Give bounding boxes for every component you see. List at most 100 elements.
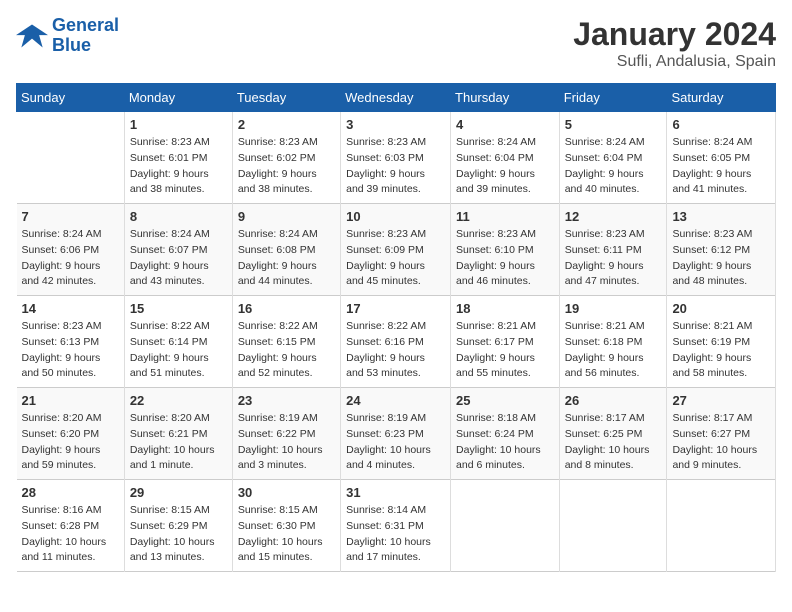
day-cell: 8 Sunrise: 8:24 AMSunset: 6:07 PMDaylight… — [124, 204, 232, 296]
day-cell: 23 Sunrise: 8:19 AMSunset: 6:22 PMDayligh… — [232, 388, 340, 480]
calendar-body: 1 Sunrise: 8:23 AMSunset: 6:01 PMDaylight… — [17, 112, 776, 572]
day-cell: 2 Sunrise: 8:23 AMSunset: 6:02 PMDaylight… — [232, 112, 340, 204]
day-cell: 21Sunrise: 8:20 AMSunset: 6:20 PMDayligh… — [17, 388, 125, 480]
day-info: Sunrise: 8:23 AMSunset: 6:03 PMDaylight:… — [346, 135, 445, 198]
day-number: 9 — [238, 209, 335, 224]
header-cell-thursday: Thursday — [451, 84, 560, 112]
day-cell: 29 Sunrise: 8:15 AMSunset: 6:29 PMDayligh… — [124, 480, 232, 572]
day-number: 29 — [130, 485, 227, 500]
logo: General Blue — [16, 16, 119, 56]
day-info: Sunrise: 8:16 AMSunset: 6:28 PMDaylight:… — [22, 503, 119, 566]
week-row-1: 7 Sunrise: 8:24 AMSunset: 6:06 PMDaylight… — [17, 204, 776, 296]
day-cell: 12Sunrise: 8:23 AMSunset: 6:11 PMDayligh… — [559, 204, 667, 296]
day-info: Sunrise: 8:23 AMSunset: 6:02 PMDaylight:… — [238, 135, 335, 198]
logo-blue: Blue — [52, 35, 91, 55]
day-cell: 11Sunrise: 8:23 AMSunset: 6:10 PMDayligh… — [451, 204, 560, 296]
day-number: 13 — [672, 209, 770, 224]
day-number: 18 — [456, 301, 554, 316]
day-info: Sunrise: 8:24 AMSunset: 6:04 PMDaylight:… — [565, 135, 662, 198]
day-cell: 6 Sunrise: 8:24 AMSunset: 6:05 PMDaylight… — [667, 112, 776, 204]
day-info: Sunrise: 8:24 AMSunset: 6:04 PMDaylight:… — [456, 135, 554, 198]
page-header: General Blue January 2024 Sufli, Andalus… — [16, 16, 776, 71]
day-cell: 5 Sunrise: 8:24 AMSunset: 6:04 PMDaylight… — [559, 112, 667, 204]
day-info: Sunrise: 8:20 AMSunset: 6:20 PMDaylight:… — [22, 411, 119, 474]
day-info: Sunrise: 8:21 AMSunset: 6:18 PMDaylight:… — [565, 319, 662, 382]
day-number: 28 — [22, 485, 119, 500]
header-cell-wednesday: Wednesday — [341, 84, 451, 112]
header-cell-tuesday: Tuesday — [232, 84, 340, 112]
day-number: 4 — [456, 117, 554, 132]
day-cell: 4 Sunrise: 8:24 AMSunset: 6:04 PMDaylight… — [451, 112, 560, 204]
day-number: 5 — [565, 117, 662, 132]
day-cell: 15Sunrise: 8:22 AMSunset: 6:14 PMDayligh… — [124, 296, 232, 388]
page-subtitle: Sufli, Andalusia, Spain — [573, 53, 776, 71]
day-cell — [667, 480, 776, 572]
day-number: 17 — [346, 301, 445, 316]
day-info: Sunrise: 8:15 AMSunset: 6:29 PMDaylight:… — [130, 503, 227, 566]
day-info: Sunrise: 8:17 AMSunset: 6:25 PMDaylight:… — [565, 411, 662, 474]
day-number: 24 — [346, 393, 445, 408]
day-info: Sunrise: 8:23 AMSunset: 6:10 PMDaylight:… — [456, 227, 554, 290]
day-info: Sunrise: 8:19 AMSunset: 6:22 PMDaylight:… — [238, 411, 335, 474]
day-cell: 25 Sunrise: 8:18 AMSunset: 6:24 PMDayligh… — [451, 388, 560, 480]
day-cell: 1 Sunrise: 8:23 AMSunset: 6:01 PMDaylight… — [124, 112, 232, 204]
day-info: Sunrise: 8:23 AMSunset: 6:12 PMDaylight:… — [672, 227, 770, 290]
day-info: Sunrise: 8:23 AMSunset: 6:13 PMDaylight:… — [22, 319, 119, 382]
header-cell-saturday: Saturday — [667, 84, 776, 112]
day-number: 27 — [672, 393, 770, 408]
day-cell: 18 Sunrise: 8:21 AMSunset: 6:17 PMDayligh… — [451, 296, 560, 388]
day-info: Sunrise: 8:15 AMSunset: 6:30 PMDaylight:… — [238, 503, 335, 566]
page-title: January 2024 — [573, 16, 776, 53]
week-row-0: 1 Sunrise: 8:23 AMSunset: 6:01 PMDaylight… — [17, 112, 776, 204]
day-number: 19 — [565, 301, 662, 316]
day-cell — [559, 480, 667, 572]
week-row-2: 14 Sunrise: 8:23 AMSunset: 6:13 PMDayligh… — [17, 296, 776, 388]
day-cell: 24 Sunrise: 8:19 AMSunset: 6:23 PMDayligh… — [341, 388, 451, 480]
title-block: January 2024 Sufli, Andalusia, Spain — [573, 16, 776, 71]
day-cell: 9Sunrise: 8:24 AMSunset: 6:08 PMDaylight… — [232, 204, 340, 296]
day-cell: 19 Sunrise: 8:21 AMSunset: 6:18 PMDayligh… — [559, 296, 667, 388]
day-info: Sunrise: 8:21 AMSunset: 6:19 PMDaylight:… — [672, 319, 770, 382]
header-cell-friday: Friday — [559, 84, 667, 112]
day-number: 14 — [22, 301, 119, 316]
day-number: 16 — [238, 301, 335, 316]
header-row: SundayMondayTuesdayWednesdayThursdayFrid… — [17, 84, 776, 112]
day-number: 8 — [130, 209, 227, 224]
day-number: 1 — [130, 117, 227, 132]
day-info: Sunrise: 8:22 AMSunset: 6:14 PMDaylight:… — [130, 319, 227, 382]
day-cell: 30 Sunrise: 8:15 AMSunset: 6:30 PMDayligh… — [232, 480, 340, 572]
day-info: Sunrise: 8:19 AMSunset: 6:23 PMDaylight:… — [346, 411, 445, 474]
day-number: 2 — [238, 117, 335, 132]
header-cell-sunday: Sunday — [17, 84, 125, 112]
day-number: 10 — [346, 209, 445, 224]
day-info: Sunrise: 8:24 AMSunset: 6:06 PMDaylight:… — [22, 227, 119, 290]
day-number: 22 — [130, 393, 227, 408]
day-info: Sunrise: 8:18 AMSunset: 6:24 PMDaylight:… — [456, 411, 554, 474]
day-cell: 16Sunrise: 8:22 AMSunset: 6:15 PMDayligh… — [232, 296, 340, 388]
day-cell: 10Sunrise: 8:23 AMSunset: 6:09 PMDayligh… — [341, 204, 451, 296]
day-cell: 14 Sunrise: 8:23 AMSunset: 6:13 PMDayligh… — [17, 296, 125, 388]
day-number: 6 — [672, 117, 770, 132]
day-cell — [451, 480, 560, 572]
day-number: 30 — [238, 485, 335, 500]
day-cell: 7 Sunrise: 8:24 AMSunset: 6:06 PMDaylight… — [17, 204, 125, 296]
day-cell: 3Sunrise: 8:23 AMSunset: 6:03 PMDaylight… — [341, 112, 451, 204]
day-number: 25 — [456, 393, 554, 408]
day-cell: 22 Sunrise: 8:20 AMSunset: 6:21 PMDayligh… — [124, 388, 232, 480]
day-info: Sunrise: 8:21 AMSunset: 6:17 PMDaylight:… — [456, 319, 554, 382]
day-cell: 17Sunrise: 8:22 AMSunset: 6:16 PMDayligh… — [341, 296, 451, 388]
week-row-3: 21Sunrise: 8:20 AMSunset: 6:20 PMDayligh… — [17, 388, 776, 480]
day-info: Sunrise: 8:17 AMSunset: 6:27 PMDaylight:… — [672, 411, 770, 474]
day-info: Sunrise: 8:24 AMSunset: 6:05 PMDaylight:… — [672, 135, 770, 198]
day-info: Sunrise: 8:20 AMSunset: 6:21 PMDaylight:… — [130, 411, 227, 474]
day-cell: 31Sunrise: 8:14 AMSunset: 6:31 PMDayligh… — [341, 480, 451, 572]
day-cell: 20 Sunrise: 8:21 AMSunset: 6:19 PMDayligh… — [667, 296, 776, 388]
header-cell-monday: Monday — [124, 84, 232, 112]
day-number: 23 — [238, 393, 335, 408]
day-info: Sunrise: 8:23 AMSunset: 6:01 PMDaylight:… — [130, 135, 227, 198]
logo-icon — [16, 22, 48, 50]
day-info: Sunrise: 8:24 AMSunset: 6:07 PMDaylight:… — [130, 227, 227, 290]
day-number: 26 — [565, 393, 662, 408]
day-number: 7 — [22, 209, 119, 224]
day-number: 20 — [672, 301, 770, 316]
